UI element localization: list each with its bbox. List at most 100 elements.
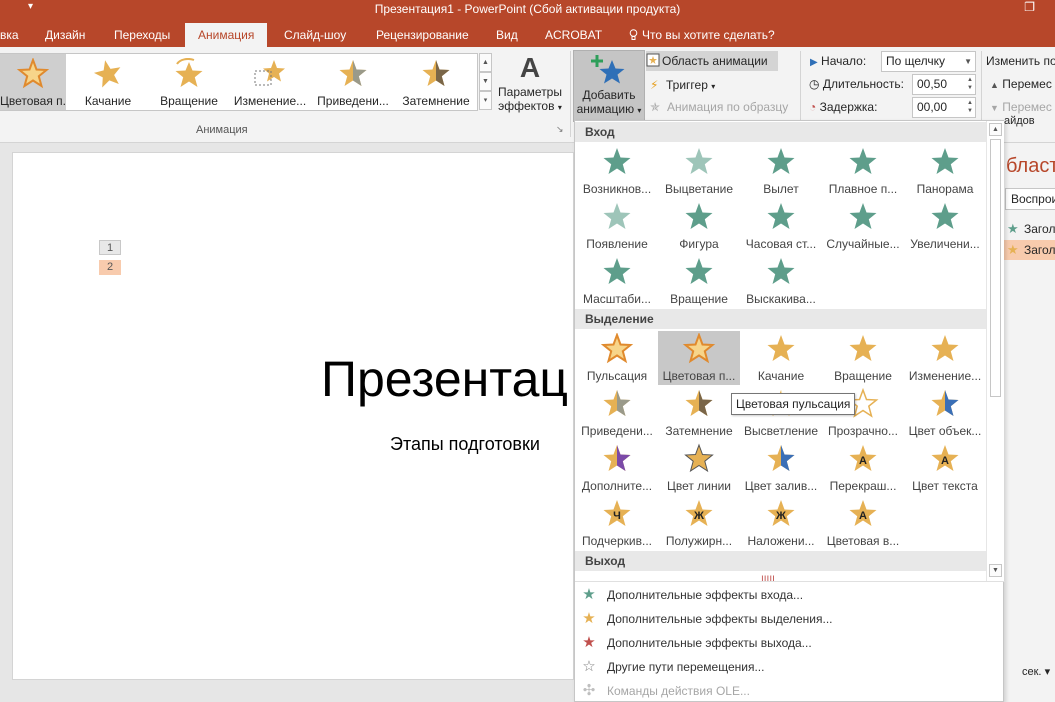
delay-spinner[interactable]: 00,00 ▲ ▼ (912, 97, 976, 118)
pane-item-1[interactable]: ★ Загол (1004, 219, 1055, 239)
lightning-icon: ⚡ (650, 78, 659, 92)
effect-grow-turn[interactable]: Увеличени... (904, 199, 986, 253)
gallery-item-desaturate[interactable]: Приведени... (316, 54, 390, 110)
effect-darken[interactable]: Затемнение (658, 386, 740, 440)
underline-icon: Ч (576, 498, 658, 532)
effect-object-color[interactable]: Цвет объек... (904, 386, 986, 440)
ribbon-tabs: вка Дизайн Переходы Анимация Слайд-шоу Р… (0, 20, 1055, 47)
grow-shrink-icon (904, 333, 986, 367)
effect-bold-flash[interactable]: Ж Полужирн... (658, 496, 740, 550)
start-select[interactable]: По щелчку ▼ (881, 51, 976, 72)
tab-transitions[interactable]: Переходы (101, 23, 183, 47)
effect-appear[interactable]: Возникнов... (576, 144, 658, 198)
animation-pane-button[interactable]: Область анимации (646, 51, 778, 71)
effect-float-in[interactable]: Плавное п... (822, 144, 904, 198)
tab-insert[interactable]: вка (0, 23, 32, 47)
add-animation-button[interactable]: Добавить анимацию ▾ (573, 50, 645, 122)
add-animation-label-1: Добавить (582, 88, 636, 102)
effect-font-color[interactable]: A Цвет текста (904, 441, 986, 495)
effect-complementary-color[interactable]: Дополните... (576, 441, 658, 495)
tab-acrobat[interactable]: ACROBAT (532, 23, 615, 47)
effect-bold-reveal[interactable]: Ж Наложени... (740, 496, 822, 550)
svg-text:A: A (941, 455, 949, 467)
gallery-item-label: Затемнение (402, 94, 470, 108)
dialog-launcher-icon[interactable]: ↘ (556, 124, 564, 135)
dropdown-scrollbar[interactable]: ▲ ▼ (986, 121, 1004, 581)
move-later-button[interactable]: ▼ Перемес (990, 100, 1052, 114)
play-button[interactable]: Воспрои (1005, 188, 1055, 210)
gallery-scroll-up[interactable]: ▲ (479, 53, 492, 72)
effect-wipe[interactable]: Появление (576, 199, 658, 253)
tab-view[interactable]: Вид (483, 23, 531, 47)
tab-animations[interactable]: Анимация (185, 23, 268, 47)
more-entrance-effects[interactable]: ★ Дополнительные эффекты входа... (575, 583, 1003, 607)
gallery-item-color-pulse[interactable]: Цветовая п... (0, 54, 66, 110)
effect-zoom[interactable]: Масштаби... (576, 254, 658, 308)
gallery-item-darken[interactable]: Затемнение (398, 54, 474, 110)
scroll-up-icon[interactable]: ▲ (989, 123, 1002, 136)
duration-spinner[interactable]: 00,50 ▲ ▼ (912, 74, 976, 95)
move-earlier-button[interactable]: ▲ Перемес (990, 77, 1052, 91)
gallery-scroll-down[interactable]: ▼ (479, 72, 492, 91)
effect-teeter[interactable]: Качание (740, 331, 822, 385)
gallery-item-spin[interactable]: Вращение (152, 54, 226, 110)
more-effects-menu: ★ Дополнительные эффекты входа... ★ Дополн… (575, 581, 1005, 699)
tab-design[interactable]: Дизайн (32, 23, 98, 47)
ole-action-verbs[interactable]: ✣ Команды действия OLE... (575, 679, 1003, 702)
scroll-thumb[interactable] (990, 139, 1001, 397)
effect-fly-in[interactable]: Вылет (740, 144, 822, 198)
slide-canvas[interactable]: 1 2 Презентац Этапы подготовки (12, 152, 574, 680)
more-emphasis-effects[interactable]: ★ Дополнительные эффекты выделения... (575, 607, 1003, 631)
complementary-color-icon (576, 443, 658, 477)
effect-desaturate[interactable]: Приведени... (576, 386, 658, 440)
trigger-button[interactable]: ⚡ Триггер ▾ (650, 75, 715, 95)
animation-painter-button[interactable]: ✯ Анимация по образцу (650, 97, 788, 117)
more-motion-paths[interactable]: ☆ Другие пути перемещения... (575, 655, 1003, 679)
gallery-item-grow-shrink[interactable]: Изменение... (232, 54, 308, 110)
pane-item-2[interactable]: ★ Загол (1004, 240, 1055, 260)
effect-line-color[interactable]: Цвет линии (658, 441, 740, 495)
pane-section-label: айдов (1004, 115, 1035, 127)
effect-spin[interactable]: Вращение (822, 331, 904, 385)
effect-options-button[interactable]: A Параметры эффектов ▾ (494, 51, 566, 121)
effect-grow-shrink[interactable]: Изменение... (904, 331, 986, 385)
effect-label: Часовая ст... (745, 237, 817, 251)
teeter-star-icon (72, 58, 144, 88)
effect-swivel[interactable]: Вращение (658, 254, 740, 308)
effect-underline[interactable]: Ч Подчеркив... (576, 496, 658, 550)
gallery-item-teeter[interactable]: Качание (72, 54, 144, 110)
effect-options-icon: A (519, 52, 541, 83)
title-bar: ▾ Презентация1 - PowerPoint (Сбой актива… (0, 0, 1055, 20)
chevron-down-icon[interactable]: ▾ (1045, 666, 1051, 678)
trigger-label: Триггер (666, 78, 708, 92)
effect-fill-color[interactable]: Цвет залив... (740, 441, 822, 495)
animation-tag-1[interactable]: 1 (99, 240, 121, 255)
horizontal-scrollbar[interactable] (0, 684, 575, 702)
effect-random-bars[interactable]: Случайные... (822, 199, 904, 253)
effect-split[interactable]: Панорама (904, 144, 986, 198)
effect-label: Полужирн... (665, 534, 733, 548)
entrance-star-icon: ★ (582, 586, 596, 603)
gallery-expand[interactable]: ▾ (479, 91, 492, 110)
tell-me-label: Что вы хотите сделать? (642, 28, 775, 42)
effects-list: Вход Возникнов... Выцветание Вылет Плавное … (575, 121, 986, 581)
effect-bounce[interactable]: Выскакива... (740, 254, 822, 308)
svg-text:A: A (859, 455, 867, 467)
restore-icon[interactable]: ❐ (1024, 0, 1035, 14)
tell-me-search[interactable]: Что вы хотите сделать? (616, 23, 788, 47)
effect-shape[interactable]: Фигура (658, 199, 740, 253)
slide-subtitle[interactable]: Этапы подготовки (390, 434, 540, 455)
scroll-down-icon[interactable]: ▼ (989, 564, 1002, 577)
effect-brush-color[interactable]: A Перекраш... (822, 441, 904, 495)
animation-tag-2[interactable]: 2 (99, 260, 121, 275)
tab-review[interactable]: Рецензирование (363, 23, 482, 47)
effect-pulse[interactable]: Пульсация (576, 331, 658, 385)
tab-slideshow[interactable]: Слайд-шоу (271, 23, 359, 47)
effect-wheel[interactable]: Часовая ст... (740, 199, 822, 253)
slide-title[interactable]: Презентац (321, 350, 568, 408)
effect-fade[interactable]: Выцветание (658, 144, 740, 198)
darken-star-icon (398, 58, 474, 88)
effect-color-pulse[interactable]: Цветовая п... (658, 331, 740, 385)
more-exit-effects[interactable]: ★ Дополнительные эффекты выхода... (575, 631, 1003, 655)
effect-wave[interactable]: A Цветовая в... (822, 496, 904, 550)
